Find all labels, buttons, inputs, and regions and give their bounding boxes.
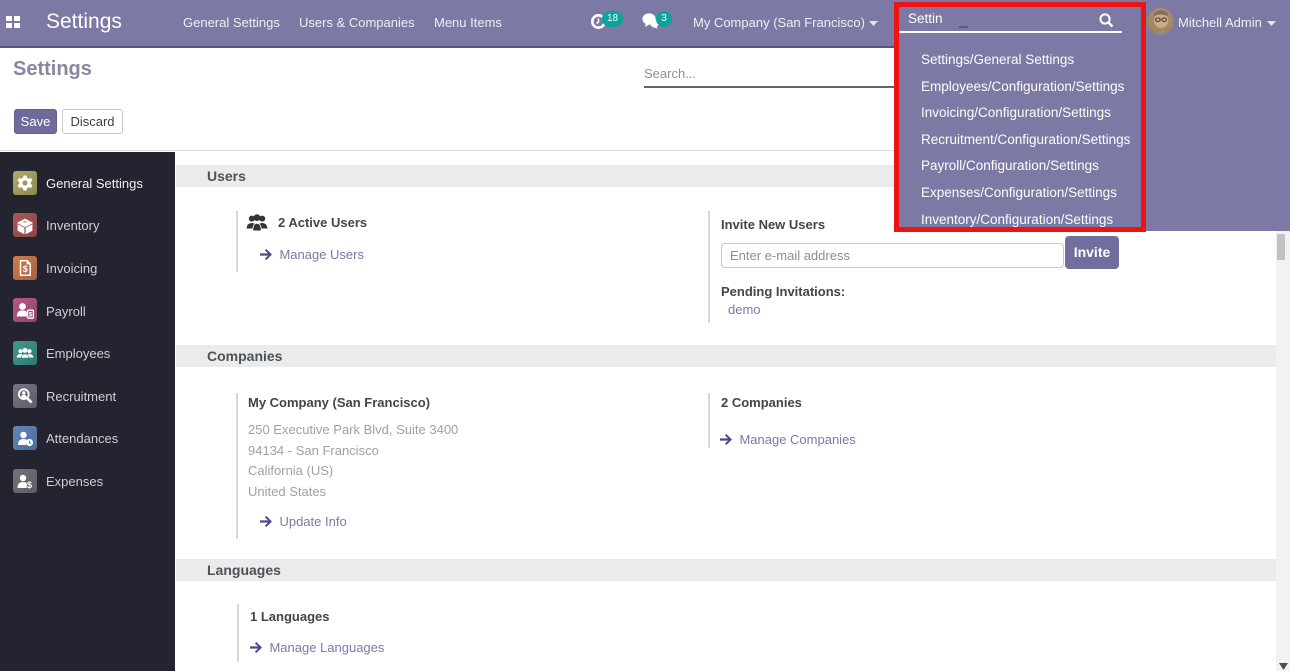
svg-text:$: $ <box>27 480 32 490</box>
svg-text:$: $ <box>29 312 33 319</box>
svg-text:$: $ <box>23 264 28 274</box>
